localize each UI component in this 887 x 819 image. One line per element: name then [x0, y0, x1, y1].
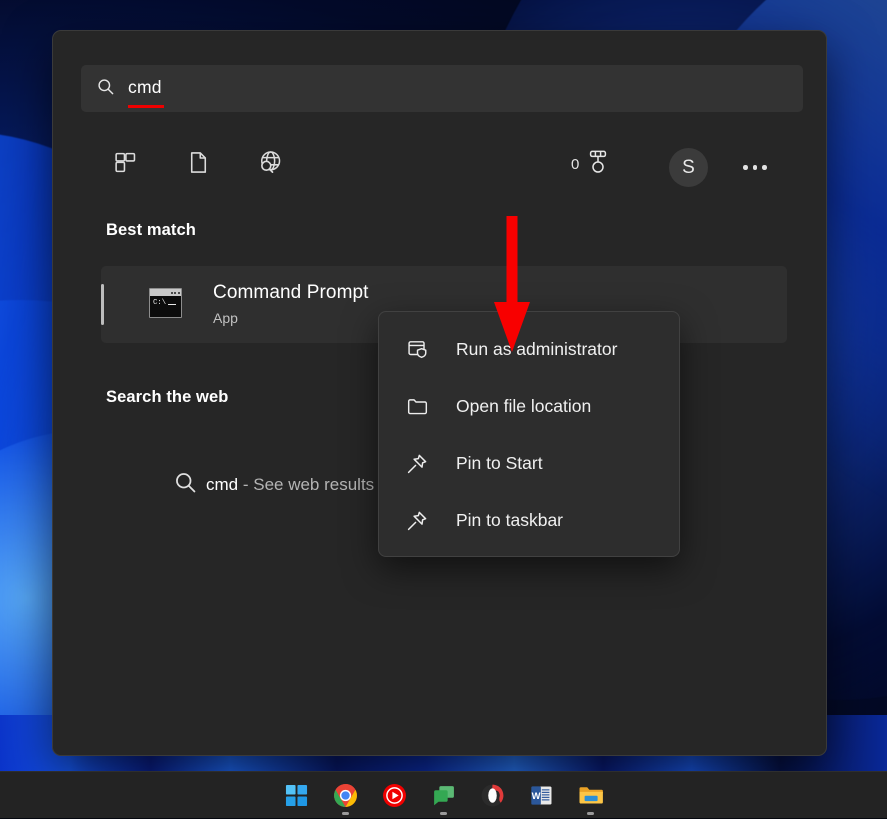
web-result-text: cmd - See web results — [206, 475, 374, 495]
folder-icon — [404, 394, 430, 420]
menu-item-label: Run as administrator — [456, 339, 617, 360]
taskbar-word[interactable]: W — [528, 772, 556, 819]
web-result-query: cmd — [206, 475, 238, 494]
messages-icon — [431, 783, 457, 809]
avatar-initial: S — [682, 157, 695, 179]
menu-item-label: Pin to taskbar — [456, 510, 563, 531]
menu-item-run-as-administrator[interactable]: Run as administrator — [379, 321, 679, 378]
youtube-music-icon — [382, 783, 408, 809]
search-icon — [96, 77, 115, 101]
svg-text:W: W — [532, 791, 541, 801]
web-search-icon[interactable] — [251, 143, 289, 181]
search-input[interactable]: cmd — [81, 65, 803, 112]
account-avatar[interactable]: S — [669, 148, 708, 187]
web-result-suffix: - See web results — [238, 475, 374, 494]
rewards-count: 0 — [571, 156, 579, 173]
search-icon — [173, 470, 198, 500]
pin-icon — [404, 508, 430, 534]
taskbar-active-indicator — [342, 812, 349, 815]
menu-item-pin-to-start[interactable]: Pin to Start — [379, 435, 679, 492]
best-match-subtitle: App — [213, 310, 238, 326]
word-icon: W — [529, 783, 555, 809]
start-button[interactable] — [283, 772, 311, 819]
selection-indicator — [101, 284, 104, 325]
menu-item-label: Open file location — [456, 396, 591, 417]
file-explorer-icon — [578, 783, 604, 809]
best-match-title: Command Prompt — [213, 282, 369, 304]
command-prompt-icon: C:\ — [149, 288, 182, 318]
documents-icon[interactable] — [179, 143, 217, 181]
search-input-value: cmd — [128, 77, 162, 97]
menu-item-label: Pin to Start — [456, 453, 543, 474]
taskbar-active-indicator — [440, 812, 447, 815]
search-red-underline — [128, 105, 164, 108]
rewards-counter[interactable]: 0 — [571, 149, 610, 179]
shield-window-icon — [404, 337, 430, 363]
search-the-web-header: Search the web — [106, 388, 228, 407]
taskbar-messages[interactable] — [430, 772, 458, 819]
rewards-medal-icon — [586, 149, 610, 179]
cmd-icon-prompt-text: C:\ — [153, 299, 166, 307]
apps-icon[interactable] — [106, 143, 144, 181]
pin-icon — [404, 451, 430, 477]
taskbar-chrome[interactable] — [332, 772, 360, 819]
taskbar-opera[interactable] — [479, 772, 507, 819]
taskbar-active-indicator — [587, 812, 594, 815]
search-toolbar: 0 S — [53, 131, 826, 191]
ellipsis-icon[interactable] — [735, 148, 775, 187]
menu-item-pin-to-taskbar[interactable]: Pin to taskbar — [379, 492, 679, 549]
taskbar-youtube-music[interactable] — [381, 772, 409, 819]
windows-logo-icon — [284, 783, 310, 809]
taskbar: W — [0, 771, 887, 818]
best-match-header: Best match — [106, 221, 196, 240]
opera-icon — [480, 783, 506, 809]
app-context-menu: Run as administrator Open file location … — [378, 311, 680, 557]
taskbar-file-explorer[interactable] — [577, 772, 605, 819]
chrome-icon — [333, 783, 359, 809]
menu-item-open-file-location[interactable]: Open file location — [379, 378, 679, 435]
